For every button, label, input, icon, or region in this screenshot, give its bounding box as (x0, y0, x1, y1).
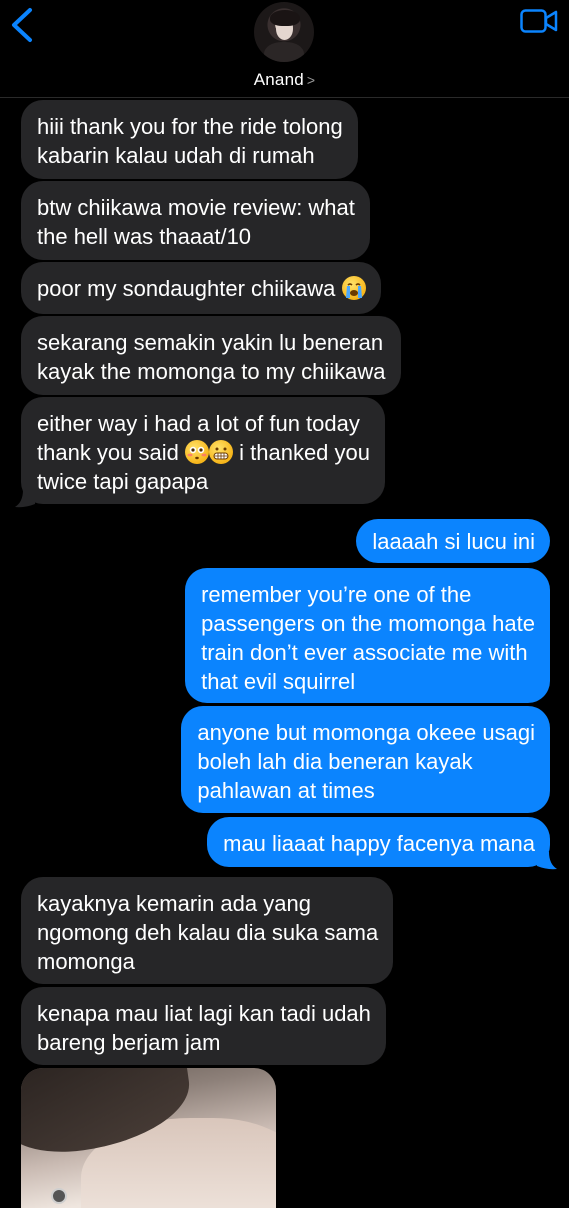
bubble-tail-sent (537, 852, 557, 870)
message-sent[interactable]: anyone but momonga okeee usagi boleh lah… (181, 706, 550, 813)
message-text: kenapa mau liat lagi kan tadi udah baren… (37, 1001, 371, 1055)
message-received[interactable]: either way i had a lot of fun today than… (21, 397, 385, 504)
video-call-icon[interactable] (520, 8, 558, 34)
chevron-right-icon: > (306, 72, 316, 88)
message-received[interactable]: kayaknya kemarin ada yang ngomong deh ka… (21, 877, 394, 984)
contact-avatar[interactable] (254, 2, 314, 62)
message-received[interactable]: kenapa mau liat lagi kan tadi udah baren… (21, 987, 386, 1065)
message-received[interactable]: hiii thank you for the ride tolong kabar… (21, 100, 358, 179)
message-text: kayaknya kemarin ada yang ngomong deh ka… (37, 891, 379, 974)
message-text: i thanked you (239, 440, 370, 465)
message-sent[interactable]: mau liaaat happy facenya mana (207, 817, 550, 867)
conversation-header: Anand > (0, 0, 569, 98)
message-text: sekarang semakin yakin lu beneran kayak … (37, 330, 386, 384)
grimacing-face-icon (209, 440, 233, 464)
message-text-line: thank you said i thanked you (37, 438, 370, 467)
message-text: twice tapi gapapa (37, 469, 209, 494)
message-text: hiii thank you for the ride tolong kabar… (37, 114, 343, 168)
earring-detail (51, 1188, 67, 1204)
message-received[interactable]: sekarang semakin yakin lu beneran kayak … (21, 316, 401, 395)
message-sent[interactable]: laaaah si lucu ini (356, 519, 550, 563)
flushed-face-icon (185, 440, 209, 464)
message-text: thank you said (37, 440, 179, 465)
message-received[interactable]: poor my sondaughter chiikawa (21, 262, 381, 314)
back-chevron-icon[interactable] (8, 6, 38, 44)
loudly-crying-face-icon (341, 276, 366, 300)
message-text: remember you’re one of the passengers on… (201, 582, 535, 694)
message-text: laaaah si lucu ini (372, 529, 535, 554)
contact-name: Anand (253, 70, 304, 89)
message-text: anyone but momonga okeee usagi boleh lah… (197, 720, 535, 803)
message-text: mau liaaat happy facenya mana (223, 831, 535, 856)
message-received[interactable]: btw chiikawa movie review: what the hell… (21, 181, 370, 260)
bubble-tail-received (15, 490, 35, 508)
photo-attachment[interactable] (21, 1068, 276, 1208)
message-text: either way i had a lot of fun today (37, 411, 360, 436)
message-text: poor my sondaughter chiikawa (37, 276, 336, 301)
message-sent[interactable]: remember you’re one of the passengers on… (185, 568, 550, 703)
contact-name-button[interactable]: Anand > (0, 70, 569, 90)
message-text: btw chiikawa movie review: what the hell… (37, 195, 355, 249)
